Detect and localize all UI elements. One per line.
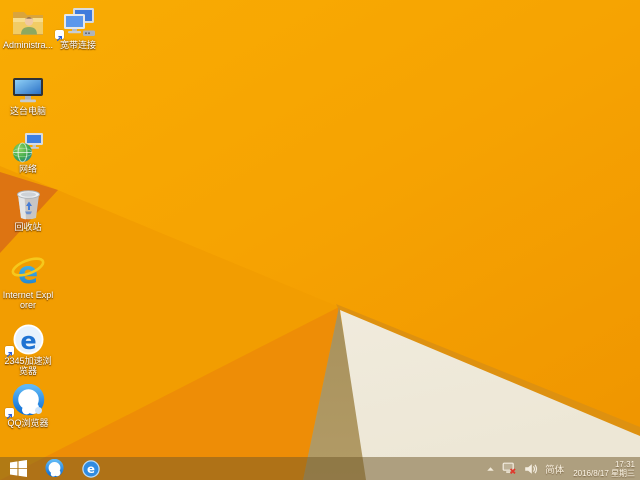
speaker-icon xyxy=(524,463,538,475)
icon-label: Internet Explorer xyxy=(2,290,54,310)
icon-label: 这台电脑 xyxy=(9,106,46,116)
svg-text:e: e xyxy=(87,462,95,476)
clock[interactable]: 17:31 2016/8/17 星期三 xyxy=(571,460,635,478)
windows-logo-icon xyxy=(9,460,27,477)
shortcut-arrow-icon xyxy=(5,346,14,358)
show-hidden-icons-button[interactable] xyxy=(486,465,495,473)
taskbar: e 简体 17:31 2016/8/17 星期三 xyxy=(0,457,640,480)
system-tray: 简体 17:31 2016/8/17 星期三 xyxy=(486,457,640,480)
internet-explorer-icon: e xyxy=(0,255,56,289)
desktop-icon-broadband-connection[interactable]: 宽带连接 xyxy=(50,5,106,50)
desktop-icon-qq-browser[interactable]: QQ浏览器 xyxy=(0,383,56,428)
desktop: Administra... 宽带连接 这台电脑 网络 回收站 e Interne… xyxy=(0,0,640,480)
blue-circle-e-icon: e xyxy=(82,459,100,478)
desktop-icon-administrator[interactable]: Administra... xyxy=(0,5,56,50)
start-button[interactable] xyxy=(3,457,33,480)
user-folder-icon xyxy=(0,5,56,39)
icon-label: Administra... xyxy=(2,40,53,50)
qq-browser-icon xyxy=(44,459,64,478)
network-icon xyxy=(0,129,56,163)
clock-time: 17:31 xyxy=(614,459,635,469)
clock-date: 2016/8/17 星期三 xyxy=(573,468,635,478)
2345-browser-icon: e xyxy=(0,321,56,358)
desktop-icon-2345-browser[interactable]: e 2345加速浏览器 xyxy=(0,321,56,376)
this-pc-icon xyxy=(0,71,56,105)
shortcut-arrow-icon xyxy=(55,30,64,42)
icon-label: 网络 xyxy=(18,164,37,174)
volume-button[interactable] xyxy=(524,463,538,475)
icon-label: 2345加速浏览器 xyxy=(4,356,52,376)
input-method-indicator[interactable]: 简体 xyxy=(545,462,564,476)
desktop-icon-internet-explorer[interactable]: e Internet Explorer xyxy=(0,255,56,310)
chevron-up-icon xyxy=(486,465,495,473)
taskbar-qq-browser-button[interactable] xyxy=(39,457,69,480)
broadband-connection-icon xyxy=(50,5,106,42)
icon-label: 回收站 xyxy=(14,222,42,232)
shortcut-arrow-icon xyxy=(5,408,14,420)
network-disconnected-icon xyxy=(502,462,517,475)
taskbar-2345-browser-button[interactable]: e xyxy=(76,457,106,480)
desktop-icon-this-pc[interactable]: 这台电脑 xyxy=(0,71,56,116)
svg-text:e: e xyxy=(20,327,36,355)
network-status-button[interactable] xyxy=(502,462,517,475)
desktop-icon-recycle-bin[interactable]: 回收站 xyxy=(0,187,56,232)
qq-browser-icon xyxy=(0,383,56,420)
recycle-bin-icon xyxy=(0,187,56,221)
desktop-icon-network[interactable]: 网络 xyxy=(0,129,56,174)
